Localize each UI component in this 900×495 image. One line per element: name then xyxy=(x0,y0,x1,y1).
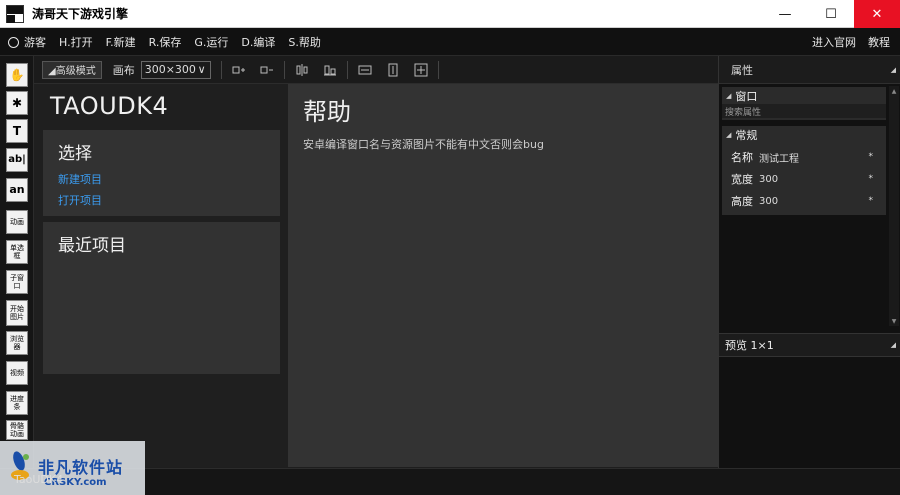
toolbar-divider xyxy=(346,60,348,79)
toolbar-divider xyxy=(283,60,285,79)
fit-width-icon[interactable] xyxy=(354,60,376,80)
browser-tool[interactable]: 浏览器 xyxy=(6,331,28,355)
animation-tool[interactable]: 动画 xyxy=(6,210,28,234)
property-search-input[interactable]: 搜索属性 xyxy=(722,104,886,118)
open-project-link[interactable]: 打开项目 xyxy=(58,192,102,208)
tutorial-link[interactable]: 教程 xyxy=(868,34,890,50)
project-panel: TAOUDK4 选择 新建项目 打开项目 最近项目 xyxy=(34,84,288,467)
menu-help[interactable]: S.帮助 xyxy=(288,34,320,50)
help-text: 安卓编译窗口名与资源图片不能有中文否则会bug xyxy=(303,138,544,151)
menu-bar: 游客 H.打开 F.新建 R.保存 G.运行 D.编译 S.帮助 进入官网 教程 xyxy=(0,28,900,56)
preview-bar[interactable]: 预览 1×1 ◢ xyxy=(719,333,900,357)
maximize-button[interactable]: ☐ xyxy=(808,0,854,28)
recent-card: 最近项目 xyxy=(43,222,280,374)
select-heading: 选择 xyxy=(58,144,92,164)
label-tool-icon[interactable]: an xyxy=(6,178,28,202)
window-section-header[interactable]: ◢ 窗口 xyxy=(722,87,886,104)
new-project-link[interactable]: 新建项目 xyxy=(58,171,102,187)
select-card: 选择 新建项目 打开项目 xyxy=(43,130,280,216)
zoom-in-icon[interactable] xyxy=(228,60,250,80)
preview-label: 预览 1×1 xyxy=(725,339,774,352)
zoom-out-icon[interactable] xyxy=(256,60,278,80)
menu-save[interactable]: R.保存 xyxy=(149,34,182,50)
progress-tool[interactable]: 进度条 xyxy=(6,391,28,415)
menu-guest-label: 游客 xyxy=(24,35,46,49)
menu-new[interactable]: F.新建 xyxy=(106,34,136,50)
window-controls: — ☐ ✕ xyxy=(762,0,900,28)
toolbar-divider xyxy=(437,60,439,79)
watermark: 非凡软件站 CRSKY.com xyxy=(0,441,145,495)
collapse-triangle-icon: ◢ xyxy=(726,91,732,100)
status-overlay-text: TaoUDK4 xyxy=(14,473,64,486)
subwindow-tool[interactable]: 子窗口 xyxy=(6,270,28,294)
fit-both-icon[interactable] xyxy=(410,60,432,80)
canvas-size-value: 300×300 xyxy=(144,63,196,76)
advanced-mode-button[interactable]: ◢高级模式 xyxy=(42,60,102,79)
property-value[interactable]: 300 xyxy=(759,174,869,185)
hand-tool-icon[interactable]: ✋ xyxy=(6,63,28,87)
panel-corner-icon[interactable]: ◢ xyxy=(891,341,896,349)
project-title: TAOUDK4 xyxy=(50,92,169,120)
menu-guest[interactable]: 游客 xyxy=(8,34,46,50)
property-row-height[interactable]: 高度 300 * xyxy=(731,191,881,211)
properties-panel: 属性 ◢ ◢ 窗口 搜索属性 ◢ 常规 名称 测试工程 * 宽度 300 * 高度 … xyxy=(718,56,900,468)
property-row-name[interactable]: 名称 测试工程 * xyxy=(731,147,881,167)
scroll-up-icon[interactable]: ▲ xyxy=(889,86,899,96)
menu-run[interactable]: G.运行 xyxy=(194,34,228,50)
start-image-tool[interactable]: 开始图片 xyxy=(6,300,28,326)
title-bar: 涛哥天下游戏引擎 — ☐ ✕ xyxy=(0,0,900,28)
property-key: 名称 xyxy=(731,151,753,164)
property-key: 高度 xyxy=(731,195,753,208)
property-value[interactable]: 300 xyxy=(759,196,869,207)
menu-compile[interactable]: D.编译 xyxy=(241,34,275,50)
toolbar: ◢高级模式 画布 300×300 ∨ xyxy=(34,56,718,84)
general-section-label: 常规 xyxy=(735,128,758,142)
properties-title: 属性 xyxy=(731,63,753,77)
scroll-down-icon[interactable]: ▼ xyxy=(889,316,899,326)
video-tool[interactable]: 视频 xyxy=(6,361,28,385)
user-circle-icon xyxy=(8,36,19,48)
panel-corner-icon[interactable]: ◢ xyxy=(891,66,896,74)
property-row-width[interactable]: 宽度 300 * xyxy=(731,169,881,189)
property-key: 宽度 xyxy=(731,173,753,186)
window-title: 涛哥天下游戏引擎 xyxy=(32,7,129,21)
tao-app-icon xyxy=(6,4,24,23)
window-section: ◢ 窗口 搜索属性 xyxy=(722,87,886,120)
official-site-link[interactable]: 进入官网 xyxy=(812,34,856,50)
properties-scrollbar[interactable]: ▲ ▼ xyxy=(889,86,899,326)
property-mark: * xyxy=(868,152,874,162)
text-tool-icon[interactable]: T xyxy=(6,119,28,143)
general-section-header[interactable]: ◢ 常规 xyxy=(722,126,886,143)
tool-strip: ✋ ✱ T ab| an 动画 单选框 子窗口 开始图片 浏览器 视频 进度条 … xyxy=(0,56,34,468)
fit-height-icon[interactable] xyxy=(382,60,404,80)
chevron-down-icon: ∨ xyxy=(197,63,206,76)
canvas-size-select[interactable]: 300×300 ∨ xyxy=(140,60,211,79)
properties-header: 属性 ◢ xyxy=(719,56,900,84)
close-button[interactable]: ✕ xyxy=(854,0,900,28)
menu-open[interactable]: H.打开 xyxy=(59,34,93,50)
input-tool-icon[interactable]: ab| xyxy=(6,148,28,172)
recent-heading: 最近项目 xyxy=(58,236,126,256)
canvas-label: 画布 xyxy=(112,63,135,77)
window-section-label: 窗口 xyxy=(735,89,758,103)
skeleton-tool[interactable]: 骨骼动画 xyxy=(6,420,28,440)
property-mark: * xyxy=(868,196,874,206)
minimize-button[interactable]: — xyxy=(762,0,808,28)
radio-tool[interactable]: 单选框 xyxy=(6,240,28,264)
sprite-tool-icon[interactable]: ✱ xyxy=(6,91,28,115)
align-bottom-icon[interactable] xyxy=(319,60,341,80)
help-title: 帮助 xyxy=(303,98,351,126)
property-value[interactable]: 测试工程 xyxy=(759,150,869,165)
toolbar-divider xyxy=(220,60,222,79)
property-mark: * xyxy=(868,174,874,184)
align-center-horizontal-icon[interactable] xyxy=(291,60,313,80)
collapse-triangle-icon: ◢ xyxy=(726,130,732,139)
menu-right-links: 进入官网 教程 xyxy=(812,28,890,56)
help-panel: 帮助 安卓编译窗口名与资源图片不能有中文否则会bug xyxy=(288,84,718,467)
